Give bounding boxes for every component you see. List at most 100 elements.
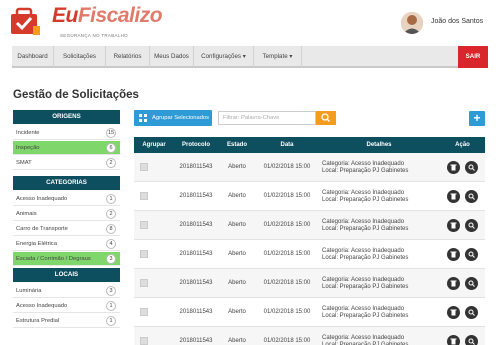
- user-menu[interactable]: João dos Santos: [395, 12, 500, 36]
- detail-categoria: Categoria: Acesso Inadequado: [322, 190, 405, 196]
- sidebar-item-label: Carro de Transporte: [16, 226, 68, 232]
- sidebar-item-label: Acesso Inadequado: [16, 196, 68, 202]
- nav-relatorios[interactable]: Relatórios: [106, 46, 150, 68]
- view-button[interactable]: [465, 219, 478, 232]
- group-selected-button[interactable]: Agrupar Selecionados: [134, 110, 212, 126]
- detail-categoria: Categoria: Acesso Inadequado: [322, 277, 405, 283]
- group-checkbox[interactable]: [140, 308, 148, 316]
- view-button[interactable]: [465, 190, 478, 203]
- sidebar-item-acesso-inadequado[interactable]: Acesso Inadequado 1: [13, 192, 120, 206]
- nav-template[interactable]: Template ▾: [254, 46, 302, 68]
- group-checkbox[interactable]: [140, 163, 148, 171]
- detail-categoria: Categoria: Acesso Inadequado: [322, 219, 405, 225]
- sidebar-item-animais[interactable]: Animais 2: [13, 207, 120, 221]
- cell-estado: Aberto: [228, 164, 246, 170]
- count-badge: 3: [106, 286, 116, 296]
- col-data: Data: [280, 142, 294, 148]
- delete-button[interactable]: [447, 306, 460, 319]
- col-acao: Ação: [455, 142, 470, 148]
- view-button[interactable]: [465, 277, 478, 290]
- group-checkbox[interactable]: [140, 250, 148, 258]
- detail-categoria: Categoria: Acesso Inadequado: [322, 248, 405, 254]
- cell-data: 01/02/2018 15:00: [263, 164, 311, 170]
- group-checkbox[interactable]: [140, 192, 148, 200]
- add-button[interactable]: +: [469, 111, 485, 126]
- logo[interactable]: EuFiscalizo SEGURANÇA NO TRABALHO: [8, 4, 163, 44]
- search-button[interactable]: [316, 111, 336, 125]
- delete-button[interactable]: [447, 219, 460, 232]
- filter-sidebar: ORIGENS Incidente 15 Inspeção 6 SMAT 2 CATE…: [13, 110, 120, 329]
- delete-button[interactable]: [447, 335, 460, 345]
- logo-title: EuFiscalizo: [52, 4, 163, 27]
- detail-local: Local: Preparação PJ Gabinetes: [322, 284, 409, 290]
- nav-solicitacoes[interactable]: Solicitações: [54, 46, 106, 68]
- count-badge: 2: [106, 158, 116, 168]
- sidebar-item-estrutura-predial[interactable]: Estrutura Predial 1: [13, 314, 120, 328]
- delete-button[interactable]: [447, 248, 460, 261]
- logo-title-bold: Eu: [52, 4, 78, 27]
- sidebar-item-luminaria[interactable]: Luminária 3: [13, 284, 120, 298]
- count-badge: 1: [106, 316, 116, 326]
- col-estado: Estado: [226, 142, 247, 148]
- logo-title-rest: Fiscalizo: [77, 4, 163, 27]
- table-row[interactable]: 2018011543 Aberto 01/02/2018 15:00 Categori…: [134, 182, 485, 211]
- table-row[interactable]: 2018011543 Aberto 01/02/2018 15:00 Categori…: [134, 153, 485, 182]
- sidebar-item-incidente[interactable]: Incidente 15: [13, 126, 120, 140]
- nav-configuracoes[interactable]: Configurações ▾: [194, 46, 254, 68]
- trash-icon: [450, 164, 457, 171]
- detail-local: Local: Preparação PJ Gabinetes: [322, 226, 409, 232]
- sidebar-item-label: Energia Elétrica: [16, 241, 57, 247]
- sidebar-item-energia-eletrica[interactable]: Energia Elétrica 4: [13, 237, 120, 251]
- nav-meus-dados[interactable]: Meus Dados: [150, 46, 194, 68]
- main-nav: Dashboard Solicitações Relatórios Meus D…: [12, 46, 488, 68]
- view-icon: [468, 164, 475, 171]
- cell-estado: Aberto: [228, 251, 246, 257]
- view-button[interactable]: [465, 306, 478, 319]
- group-checkbox[interactable]: [140, 279, 148, 287]
- group-icon: [139, 114, 147, 122]
- logo-icon: [11, 7, 40, 35]
- table-row[interactable]: 2018011543 Aberto 01/02/2018 15:00 Categori…: [134, 298, 485, 327]
- count-badge: 8: [106, 224, 116, 234]
- view-icon: [468, 309, 475, 316]
- cell-detalhes: Categoria: Acesso Inadequado Local: Prepa…: [322, 240, 440, 269]
- sidebar-item-inspecao[interactable]: Inspeção 6: [13, 141, 120, 155]
- delete-button[interactable]: [447, 190, 460, 203]
- nav-dashboard[interactable]: Dashboard: [12, 46, 54, 68]
- sidebar-item-label: SMAT: [16, 160, 32, 166]
- count-badge: 1: [106, 194, 116, 204]
- sidebar-item-local-acesso[interactable]: Acesso Inadequado 1: [13, 299, 120, 313]
- delete-button[interactable]: [447, 277, 460, 290]
- detail-categoria: Categoria: Acesso Inadequado: [322, 161, 405, 167]
- sidebar-item-escada[interactable]: Escada / Corrimão / Degraus 3: [13, 252, 120, 266]
- view-button[interactable]: [465, 161, 478, 174]
- group-checkbox[interactable]: [140, 221, 148, 229]
- view-button[interactable]: [465, 335, 478, 345]
- sidebar-item-label: Inspeção: [16, 145, 40, 151]
- cell-data: 01/02/2018 15:00: [263, 251, 311, 257]
- cell-data: 01/02/2018 15:00: [263, 309, 311, 315]
- cell-detalhes: Categoria: Acesso Inadequado Local: Prepa…: [322, 269, 440, 298]
- delete-button[interactable]: [447, 161, 460, 174]
- cell-protocolo: 2018011543: [179, 309, 213, 315]
- view-icon: [468, 222, 475, 229]
- table-row[interactable]: 2018011543 Aberto 01/02/2018 15:00 Categori…: [134, 240, 485, 269]
- sidebar-item-smat[interactable]: SMAT 2: [13, 156, 120, 170]
- trash-icon: [450, 222, 457, 229]
- cell-protocolo: 2018011543: [179, 222, 213, 228]
- keyword-filter-input[interactable]: Filtrar: Palavra-Chave: [218, 111, 316, 125]
- cell-protocolo: 2018011543: [179, 164, 213, 170]
- table-row[interactable]: 2018011543 Aberto 01/02/2018 15:00 Categori…: [134, 211, 485, 240]
- col-agrupar: Agrupar: [142, 142, 166, 148]
- table-row[interactable]: 2018011543 Aberto 01/02/2018 15:00 Categori…: [134, 327, 485, 345]
- sidebar-item-label: Estrutura Predial: [16, 318, 60, 324]
- count-badge: 4: [106, 239, 116, 249]
- cell-detalhes: Categoria: Acesso Inadequado Local: Prepa…: [322, 153, 440, 182]
- table-row[interactable]: 2018011543 Aberto 01/02/2018 15:00 Categori…: [134, 269, 485, 298]
- cell-detalhes: Categoria: Acesso Inadequado Local: Prepa…: [322, 327, 440, 345]
- exit-button[interactable]: SAIR: [458, 46, 488, 68]
- group-checkbox[interactable]: [140, 337, 148, 345]
- sidebar-item-carro-transporte[interactable]: Carro de Transporte 8: [13, 222, 120, 236]
- view-button[interactable]: [465, 248, 478, 261]
- cell-estado: Aberto: [228, 309, 246, 315]
